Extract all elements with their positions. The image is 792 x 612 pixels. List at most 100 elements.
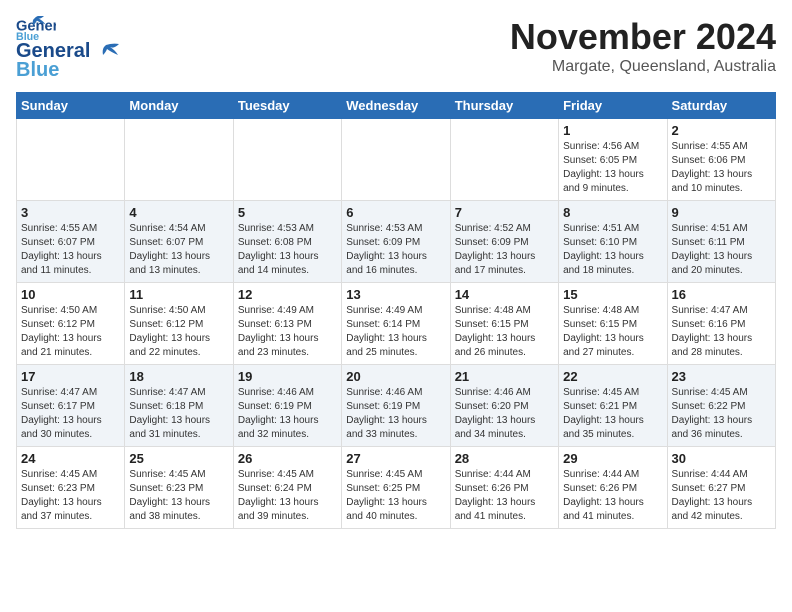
- day-number: 8: [563, 205, 662, 220]
- title-area: November 2024 Margate, Queensland, Austr…: [510, 16, 776, 76]
- calendar-cell: 30 Sunrise: 4:44 AM Sunset: 6:27 PM Dayli…: [667, 447, 775, 529]
- day-info: Sunrise: 4:44 AM Sunset: 6:26 PM Dayligh…: [455, 468, 554, 524]
- day-info: Sunrise: 4:49 AM Sunset: 6:13 PM Dayligh…: [238, 304, 337, 360]
- calendar-cell: 20Sunrise: 4:46 AM Sunset: 6:19 PM Dayli…: [342, 365, 450, 447]
- week-row-4: 24 Sunrise: 4:45 AM Sunset: 6:23 PM Dayli…: [17, 447, 776, 529]
- day-number: 20: [346, 369, 445, 384]
- day-info: Sunrise: 4:45 AM Sunset: 6:23 PM Dayligh…: [21, 468, 120, 524]
- logo: General Blue General Blue: [16, 16, 120, 82]
- day-number: 22: [563, 369, 662, 384]
- day-number: 27: [346, 451, 445, 466]
- weekday-header-friday: Friday: [559, 93, 667, 119]
- day-number: 24: [21, 451, 120, 466]
- day-info: Sunrise: 4:52 AM Sunset: 6:09 PM Dayligh…: [455, 222, 554, 278]
- day-number: 23: [672, 369, 771, 384]
- day-info: Sunrise: 4:45 AM Sunset: 6:23 PM Dayligh…: [129, 468, 228, 524]
- calendar-cell: 11 Sunrise: 4:50 AM Sunset: 6:12 PM Dayli…: [125, 283, 233, 365]
- calendar-cell: 8Sunrise: 4:51 AM Sunset: 6:10 PM Daylig…: [559, 201, 667, 283]
- day-info: Sunrise: 4:53 AM Sunset: 6:08 PM Dayligh…: [238, 222, 337, 278]
- weekday-header-monday: Monday: [125, 93, 233, 119]
- week-row-0: 1 Sunrise: 4:56 AM Sunset: 6:05 PM Daylig…: [17, 119, 776, 201]
- calendar-cell: 27 Sunrise: 4:45 AM Sunset: 6:25 PM Dayli…: [342, 447, 450, 529]
- day-number: 5: [238, 205, 337, 220]
- day-info: Sunrise: 4:44 AM Sunset: 6:26 PM Dayligh…: [563, 468, 662, 524]
- day-number: 18: [129, 369, 228, 384]
- day-info: Sunrise: 4:48 AM Sunset: 6:15 PM Dayligh…: [563, 304, 662, 360]
- month-title: November 2024: [510, 16, 776, 58]
- day-number: 15: [563, 287, 662, 302]
- calendar-cell: 18 Sunrise: 4:47 AM Sunset: 6:18 PM Dayli…: [125, 365, 233, 447]
- calendar-cell: 24 Sunrise: 4:45 AM Sunset: 6:23 PM Dayli…: [17, 447, 125, 529]
- day-number: 1: [563, 123, 662, 138]
- calendar-cell: 29 Sunrise: 4:44 AM Sunset: 6:26 PM Dayli…: [559, 447, 667, 529]
- day-info: Sunrise: 4:45 AM Sunset: 6:21 PM Dayligh…: [563, 386, 662, 442]
- day-info: Sunrise: 4:49 AM Sunset: 6:14 PM Dayligh…: [346, 304, 445, 360]
- day-info: Sunrise: 4:47 AM Sunset: 6:17 PM Dayligh…: [21, 386, 120, 442]
- calendar-cell: 12Sunrise: 4:49 AM Sunset: 6:13 PM Dayli…: [233, 283, 341, 365]
- day-info: Sunrise: 4:54 AM Sunset: 6:07 PM Dayligh…: [129, 222, 228, 278]
- logo-bird-svg: [92, 43, 120, 61]
- day-info: Sunrise: 4:50 AM Sunset: 6:12 PM Dayligh…: [21, 304, 120, 360]
- calendar-table: SundayMondayTuesdayWednesdayThursdayFrid…: [16, 92, 776, 529]
- logo-blue: Blue: [16, 59, 59, 82]
- day-info: Sunrise: 4:50 AM Sunset: 6:12 PM Dayligh…: [129, 304, 228, 360]
- day-number: 21: [455, 369, 554, 384]
- day-number: 2: [672, 123, 771, 138]
- day-number: 14: [455, 287, 554, 302]
- calendar-cell: 21 Sunrise: 4:46 AM Sunset: 6:20 PM Dayli…: [450, 365, 558, 447]
- header: General Blue General Blue November 2024 …: [16, 16, 776, 82]
- day-info: Sunrise: 4:47 AM Sunset: 6:18 PM Dayligh…: [129, 386, 228, 442]
- calendar-cell: 28Sunrise: 4:44 AM Sunset: 6:26 PM Dayli…: [450, 447, 558, 529]
- day-info: Sunrise: 4:56 AM Sunset: 6:05 PM Dayligh…: [563, 140, 662, 196]
- day-number: 10: [21, 287, 120, 302]
- calendar-cell: 22 Sunrise: 4:45 AM Sunset: 6:21 PM Dayli…: [559, 365, 667, 447]
- calendar-cell: 23 Sunrise: 4:45 AM Sunset: 6:22 PM Dayli…: [667, 365, 775, 447]
- weekday-header-sunday: Sunday: [17, 93, 125, 119]
- day-info: Sunrise: 4:55 AM Sunset: 6:06 PM Dayligh…: [672, 140, 771, 196]
- day-number: 26: [238, 451, 337, 466]
- calendar-cell: 1 Sunrise: 4:56 AM Sunset: 6:05 PM Daylig…: [559, 119, 667, 201]
- day-info: Sunrise: 4:53 AM Sunset: 6:09 PM Dayligh…: [346, 222, 445, 278]
- weekday-header-tuesday: Tuesday: [233, 93, 341, 119]
- day-number: 9: [672, 205, 771, 220]
- calendar-cell: 6 Sunrise: 4:53 AM Sunset: 6:09 PM Daylig…: [342, 201, 450, 283]
- location-title: Margate, Queensland, Australia: [510, 58, 776, 76]
- calendar-cell: [125, 119, 233, 201]
- day-number: 13: [346, 287, 445, 302]
- day-number: 16: [672, 287, 771, 302]
- weekday-header-saturday: Saturday: [667, 93, 775, 119]
- week-row-3: 17Sunrise: 4:47 AM Sunset: 6:17 PM Dayli…: [17, 365, 776, 447]
- day-info: Sunrise: 4:51 AM Sunset: 6:11 PM Dayligh…: [672, 222, 771, 278]
- calendar-cell: [233, 119, 341, 201]
- calendar-cell: [450, 119, 558, 201]
- calendar-cell: 17Sunrise: 4:47 AM Sunset: 6:17 PM Dayli…: [17, 365, 125, 447]
- day-info: Sunrise: 4:44 AM Sunset: 6:27 PM Dayligh…: [672, 468, 771, 524]
- calendar-cell: 10 Sunrise: 4:50 AM Sunset: 6:12 PM Dayli…: [17, 283, 125, 365]
- day-number: 4: [129, 205, 228, 220]
- week-row-1: 3Sunrise: 4:55 AM Sunset: 6:07 PM Daylig…: [17, 201, 776, 283]
- day-info: Sunrise: 4:45 AM Sunset: 6:22 PM Dayligh…: [672, 386, 771, 442]
- calendar-cell: 3Sunrise: 4:55 AM Sunset: 6:07 PM Daylig…: [17, 201, 125, 283]
- weekday-header-row: SundayMondayTuesdayWednesdayThursdayFrid…: [17, 93, 776, 119]
- calendar-cell: 13 Sunrise: 4:49 AM Sunset: 6:14 PM Dayli…: [342, 283, 450, 365]
- calendar-cell: 14 Sunrise: 4:48 AM Sunset: 6:15 PM Dayli…: [450, 283, 558, 365]
- calendar-cell: 7Sunrise: 4:52 AM Sunset: 6:09 PM Daylig…: [450, 201, 558, 283]
- day-info: Sunrise: 4:47 AM Sunset: 6:16 PM Dayligh…: [672, 304, 771, 360]
- calendar-cell: 19Sunrise: 4:46 AM Sunset: 6:19 PM Dayli…: [233, 365, 341, 447]
- calendar-cell: 4 Sunrise: 4:54 AM Sunset: 6:07 PM Daylig…: [125, 201, 233, 283]
- weekday-header-wednesday: Wednesday: [342, 93, 450, 119]
- week-row-2: 10 Sunrise: 4:50 AM Sunset: 6:12 PM Dayli…: [17, 283, 776, 365]
- day-number: 11: [129, 287, 228, 302]
- day-number: 3: [21, 205, 120, 220]
- day-info: Sunrise: 4:48 AM Sunset: 6:15 PM Dayligh…: [455, 304, 554, 360]
- day-number: 29: [563, 451, 662, 466]
- day-number: 6: [346, 205, 445, 220]
- day-number: 30: [672, 451, 771, 466]
- calendar-cell: [17, 119, 125, 201]
- day-info: Sunrise: 4:45 AM Sunset: 6:25 PM Dayligh…: [346, 468, 445, 524]
- calendar-cell: 16 Sunrise: 4:47 AM Sunset: 6:16 PM Dayli…: [667, 283, 775, 365]
- day-info: Sunrise: 4:45 AM Sunset: 6:24 PM Dayligh…: [238, 468, 337, 524]
- day-info: Sunrise: 4:46 AM Sunset: 6:20 PM Dayligh…: [455, 386, 554, 442]
- day-number: 25: [129, 451, 228, 466]
- calendar-cell: [342, 119, 450, 201]
